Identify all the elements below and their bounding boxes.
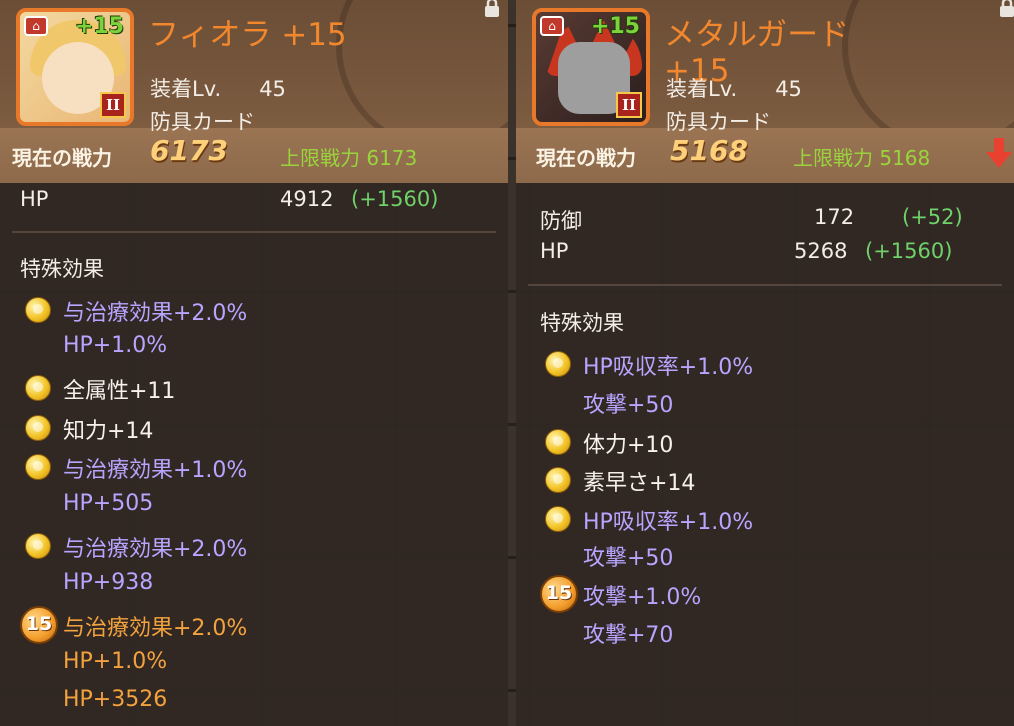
gold-coin-icon bbox=[545, 351, 571, 377]
equip-level-label: 装着Lv. bbox=[150, 77, 222, 101]
level-15-badge-icon: 15 bbox=[540, 575, 578, 613]
armor-type-icon: ⌂ bbox=[540, 16, 564, 36]
current-power-label: 現在の戦力 bbox=[12, 146, 112, 170]
stat-value: 172 bbox=[814, 205, 855, 229]
current-power-value: 5168 bbox=[670, 134, 748, 167]
effect-line: HP吸収率+1.0% bbox=[583, 355, 754, 380]
max-power-label: 上限戦力 bbox=[280, 146, 360, 170]
gold-coin-icon bbox=[25, 415, 51, 441]
special-effects-title: 特殊効果 bbox=[540, 311, 624, 335]
lock-icon[interactable] bbox=[998, 0, 1014, 18]
card-kind: 防具カード bbox=[666, 110, 771, 134]
armor-type-icon: ⌂ bbox=[24, 16, 48, 36]
effect-line: 体力+10 bbox=[583, 433, 674, 458]
gold-coin-icon bbox=[25, 375, 51, 401]
stat-bonus: (+52) bbox=[902, 205, 963, 229]
effect-line: 攻撃+1.0% bbox=[583, 585, 702, 610]
current-power-value: 6173 bbox=[150, 134, 228, 167]
gold-coin-icon bbox=[545, 467, 571, 493]
special-effects-title: 特殊効果 bbox=[20, 257, 104, 281]
current-power-label: 現在の戦力 bbox=[536, 146, 636, 170]
stat-name: HP bbox=[20, 187, 49, 211]
stat-name: 防御 bbox=[540, 209, 582, 233]
effect-line: HP+505 bbox=[63, 491, 154, 516]
max-power: 上限戦力 5168 bbox=[793, 142, 930, 171]
card-name: フィオラ +15 bbox=[148, 17, 347, 53]
effect-line: 攻撃+50 bbox=[583, 546, 674, 571]
max-power-label: 上限戦力 bbox=[793, 146, 873, 170]
effect-line: 攻撃+70 bbox=[583, 623, 674, 648]
enhance-badge: +15 bbox=[590, 14, 640, 39]
enhance-badge: +15 bbox=[74, 14, 124, 39]
card-portrait: ⌂ +15 II bbox=[532, 8, 650, 126]
gold-coin-icon bbox=[25, 533, 51, 559]
equip-level-value: 45 bbox=[775, 77, 802, 101]
max-power: 上限戦力 6173 bbox=[280, 142, 417, 171]
effect-line: 知力+14 bbox=[63, 419, 154, 444]
equip-level-label: 装着Lv. bbox=[666, 77, 738, 101]
power-down-arrow-icon bbox=[986, 138, 1012, 170]
max-power-value: 6173 bbox=[366, 146, 418, 170]
effect-line: HP+3526 bbox=[63, 687, 168, 712]
effect-line: HP+1.0% bbox=[63, 649, 168, 674]
card-detail-panel-left: ⌂ +15 II フィオラ +15 装着Lv. 45 防具カード 現在の戦力 61… bbox=[0, 0, 508, 726]
level-15-badge-icon: 15 bbox=[20, 606, 58, 644]
effect-line: HP+938 bbox=[63, 570, 154, 595]
effect-line: HP+1.0% bbox=[63, 333, 168, 358]
max-power-value: 5168 bbox=[879, 146, 931, 170]
card-kind: 防具カード bbox=[150, 110, 255, 134]
effect-line: 与治療効果+2.0% bbox=[63, 301, 248, 326]
stat-bonus: (+1560) bbox=[865, 239, 953, 263]
gold-coin-icon bbox=[545, 429, 571, 455]
gold-coin-icon bbox=[545, 506, 571, 532]
effect-line: 攻撃+50 bbox=[583, 393, 674, 418]
equip-level-value: 45 bbox=[259, 77, 286, 101]
effect-line: 与治療効果+1.0% bbox=[63, 458, 248, 483]
gold-coin-icon bbox=[25, 454, 51, 480]
grade-badge: II bbox=[616, 92, 642, 118]
grade-badge: II bbox=[100, 92, 126, 118]
card-detail-panel-right: ⌂ +15 II メタルガード +15 装着Lv. 45 防具カード 現在の戦力 … bbox=[516, 0, 1014, 726]
stat-value: 5268 bbox=[794, 239, 848, 263]
gold-coin-icon bbox=[25, 297, 51, 323]
lock-icon[interactable] bbox=[483, 0, 503, 18]
effect-line: HP吸収率+1.0% bbox=[583, 510, 754, 535]
divider bbox=[528, 284, 1002, 286]
effect-line: 与治療効果+2.0% bbox=[63, 537, 248, 562]
stat-value: 4912 bbox=[280, 187, 334, 211]
equip-level-row: 装着Lv. 45 bbox=[666, 73, 802, 103]
stat-bonus: (+1560) bbox=[351, 187, 439, 211]
equip-level-row: 装着Lv. 45 bbox=[150, 73, 286, 103]
card-portrait: ⌂ +15 II bbox=[16, 8, 134, 126]
stat-name: HP bbox=[540, 239, 569, 263]
divider bbox=[12, 231, 496, 233]
effect-line: 与治療効果+2.0% bbox=[63, 616, 248, 641]
effect-line: 全属性+11 bbox=[63, 379, 176, 404]
effect-line: 素早さ+14 bbox=[583, 471, 696, 496]
